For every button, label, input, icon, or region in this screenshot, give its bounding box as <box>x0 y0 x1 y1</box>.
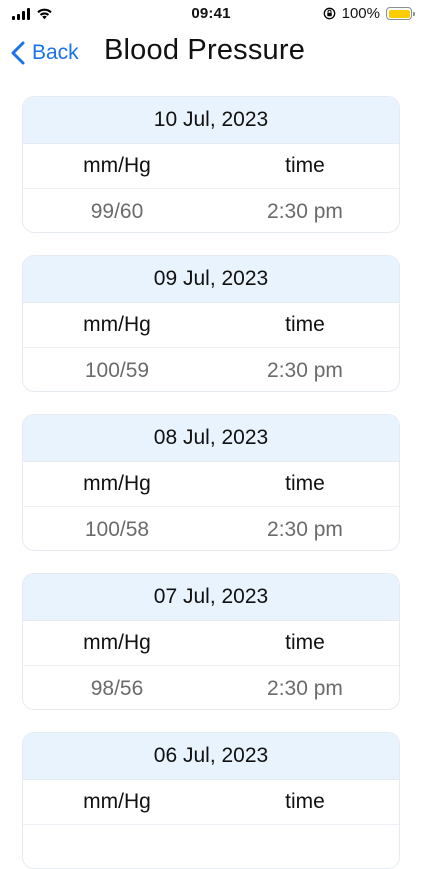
record-date: 09 Jul, 2023 <box>23 256 399 303</box>
record-date: 10 Jul, 2023 <box>23 97 399 144</box>
time-value: 2:30 pm <box>267 359 343 382</box>
nav-bar: Back Blood Pressure <box>0 28 422 80</box>
pressure-column-header: mm/Hg <box>83 313 151 336</box>
pressure-column-header: mm/Hg <box>83 631 151 654</box>
record-value-row: 98/56 2:30 pm <box>23 666 399 709</box>
battery-icon <box>386 7 415 20</box>
record-card[interactable]: 09 Jul, 2023 mm/Hg time 100/59 2:30 pm <box>22 255 400 392</box>
time-value: 2:30 pm <box>267 200 343 223</box>
pressure-value: 100/59 <box>84 359 150 382</box>
pressure-value: 98/56 <box>90 677 144 700</box>
record-value-row <box>23 825 399 868</box>
record-date: 08 Jul, 2023 <box>23 415 399 462</box>
record-date: 07 Jul, 2023 <box>23 574 399 621</box>
status-right: 100% <box>323 5 415 22</box>
battery-fill <box>388 9 410 18</box>
time-value <box>211 825 399 868</box>
record-card[interactable]: 10 Jul, 2023 mm/Hg time 99/60 2:30 pm <box>22 96 400 233</box>
record-value-row: 100/58 2:30 pm <box>23 507 399 550</box>
time-column-header: time <box>285 313 325 336</box>
record-header-row: mm/Hg time <box>23 144 399 189</box>
time-column-header: time <box>285 154 325 177</box>
time-value: 2:30 pm <box>267 677 343 700</box>
record-header-row: mm/Hg time <box>23 621 399 666</box>
battery-cap <box>413 11 415 16</box>
record-card[interactable]: 08 Jul, 2023 mm/Hg time 100/58 2:30 pm <box>22 414 400 551</box>
pressure-value <box>23 825 211 868</box>
record-card[interactable]: 06 Jul, 2023 mm/Hg time <box>22 732 400 869</box>
record-card[interactable]: 07 Jul, 2023 mm/Hg time 98/56 2:30 pm <box>22 573 400 710</box>
back-button[interactable]: Back <box>10 40 79 66</box>
record-value-row: 99/60 2:30 pm <box>23 189 399 232</box>
record-date: 06 Jul, 2023 <box>23 733 399 780</box>
pressure-column-header: mm/Hg <box>83 472 151 495</box>
status-bar: 09:41 100% <box>0 0 422 28</box>
record-header-row: mm/Hg time <box>23 303 399 348</box>
pressure-value: 99/60 <box>90 200 144 223</box>
orientation-lock-icon <box>323 7 335 20</box>
pressure-column-header: mm/Hg <box>83 154 151 177</box>
page-title: Blood Pressure <box>104 34 306 66</box>
time-column-header: time <box>285 790 325 813</box>
record-value-row: 100/59 2:30 pm <box>23 348 399 391</box>
time-value: 2:30 pm <box>267 518 343 541</box>
back-label: Back <box>32 41 79 64</box>
record-header-row: mm/Hg time <box>23 462 399 507</box>
chevron-left-icon <box>11 41 25 65</box>
pressure-value: 100/58 <box>84 518 150 541</box>
pressure-column-header: mm/Hg <box>83 790 151 813</box>
time-column-header: time <box>285 631 325 654</box>
record-header-row: mm/Hg time <box>23 780 399 825</box>
battery-percent: 100% <box>341 5 380 22</box>
time-column-header: time <box>285 472 325 495</box>
